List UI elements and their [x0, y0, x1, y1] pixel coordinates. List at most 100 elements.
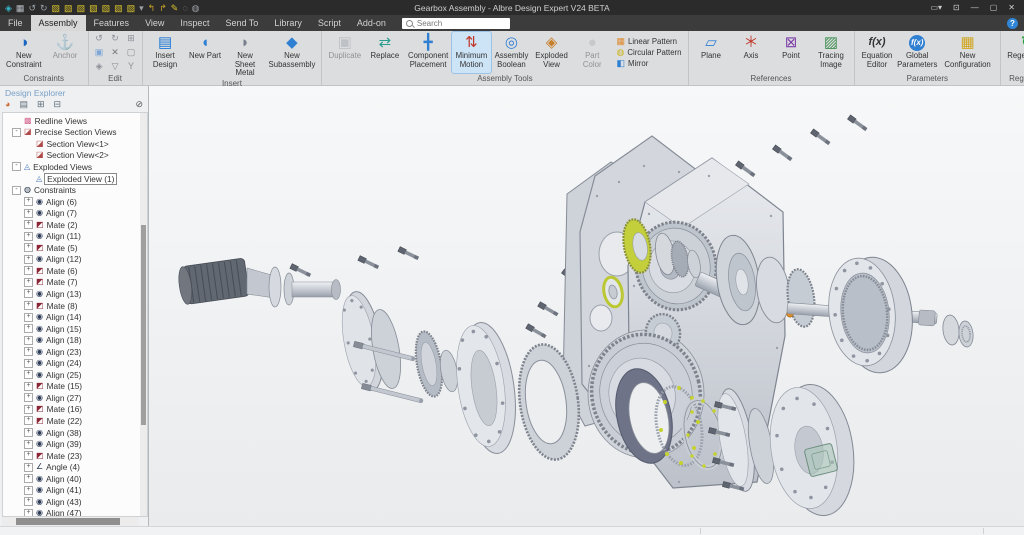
- ribbon-button[interactable]: ▤ Insert Design: [146, 32, 185, 78]
- tree-item[interactable]: + ◩ Mate (7): [3, 277, 140, 289]
- ribbon-button[interactable]: ⇄ Replace: [365, 32, 404, 73]
- tree-item[interactable]: ▩ Redline Views: [3, 115, 140, 127]
- output-ring-gear[interactable]: [787, 254, 975, 377]
- tree-expander[interactable]: +: [24, 486, 33, 495]
- tree-expander[interactable]: +: [24, 266, 33, 275]
- tree-expander[interactable]: +: [24, 197, 33, 206]
- ribbon-button[interactable]: ⇅ Minimum Motion: [452, 32, 491, 73]
- tree-expander[interactable]: +: [24, 313, 33, 322]
- tree-expander[interactable]: +: [24, 497, 33, 506]
- tree-expander[interactable]: +: [24, 347, 33, 356]
- save-icon[interactable]: ▦: [16, 3, 25, 13]
- ribbon-button[interactable]: ◈ Exploded View: [532, 32, 571, 73]
- appearance-icon[interactable]: ◕: [5, 99, 10, 110]
- tree-item[interactable]: + ◉ Align (13): [3, 288, 140, 300]
- tree-expander[interactable]: +: [24, 440, 33, 449]
- tree-item[interactable]: + ◉ Align (43): [3, 496, 140, 508]
- display-mode-icon[interactable]: ▤: [19, 99, 28, 110]
- ribbon-button[interactable]: f(x) Equation Editor: [858, 32, 897, 73]
- tree-item[interactable]: + ◉ Align (18): [3, 334, 140, 346]
- tree-item[interactable]: ◪ Section View<1>: [3, 138, 140, 150]
- tree-item[interactable]: + ∠ Angle (4): [3, 461, 140, 473]
- input-flange-ring[interactable]: [450, 319, 523, 457]
- menu-tab[interactable]: Features: [86, 15, 138, 31]
- minimize-button[interactable]: —: [971, 3, 979, 13]
- ribbon-button[interactable]: ◆ New Subassembly: [266, 32, 319, 78]
- tree-item[interactable]: + ◩ Mate (15): [3, 381, 140, 393]
- ribbon-button[interactable]: ◗ New Sheet Metal: [226, 32, 265, 78]
- filter-icon[interactable]: Y: [124, 60, 139, 73]
- menu-tab[interactable]: Send To: [217, 15, 266, 31]
- tree-item[interactable]: + ◩ Mate (6): [3, 265, 140, 277]
- tree-item[interactable]: - ◍ Constraints: [3, 184, 140, 196]
- rotate-left-icon[interactable]: ↰: [148, 3, 156, 13]
- menu-tab[interactable]: Assembly: [31, 15, 86, 31]
- tree-item[interactable]: + ◉ Align (14): [3, 311, 140, 323]
- tree-expander[interactable]: +: [24, 474, 33, 483]
- ribbon-button[interactable]: ⊠ Point: [772, 32, 811, 73]
- ribbon-button[interactable]: ╋ Component Placement: [405, 32, 451, 73]
- ribbon-button[interactable]: ⚓ Anchor: [46, 32, 85, 73]
- menu-tab[interactable]: Script: [310, 15, 349, 31]
- ribbon-list-button[interactable]: ▦ Linear Pattern: [616, 37, 681, 46]
- tree-expander[interactable]: +: [24, 289, 33, 298]
- view-dropdown-icon[interactable]: ▾: [139, 3, 144, 13]
- tree-expander[interactable]: -: [12, 128, 21, 137]
- help-button[interactable]: ?: [1007, 18, 1018, 29]
- tree-item[interactable]: + ◉ Align (47): [3, 508, 140, 516]
- tree-item[interactable]: + ◉ Align (38): [3, 427, 140, 439]
- ribbon-button[interactable]: ▦ New Configuration: [938, 32, 997, 73]
- restore-button[interactable]: ▢: [990, 3, 998, 13]
- workspace-icon[interactable]: ⊟: [54, 99, 62, 110]
- popout-icon[interactable]: ⊡: [953, 3, 960, 13]
- undo-icon[interactable]: ↺: [92, 32, 107, 45]
- tree-item[interactable]: + ◉ Align (15): [3, 323, 140, 335]
- tree-expander[interactable]: +: [24, 243, 33, 252]
- input-bearing-stack[interactable]: [411, 329, 460, 398]
- tree-item[interactable]: + ◉ Align (24): [3, 357, 140, 369]
- ribbon-button[interactable]: ▱ Plane: [692, 32, 731, 73]
- close-button[interactable]: ✕: [1008, 3, 1015, 13]
- tree-expander[interactable]: +: [24, 278, 33, 287]
- search-input[interactable]: Search: [402, 18, 510, 29]
- menu-tab[interactable]: View: [137, 15, 172, 31]
- auto-hide-icon[interactable]: ⊘: [135, 99, 143, 110]
- view-bottom-icon[interactable]: ▧: [114, 3, 123, 13]
- delete-icon[interactable]: ✕: [108, 46, 123, 59]
- ribbon-list-button[interactable]: ◍ Circular Pattern: [616, 48, 681, 57]
- menu-tab[interactable]: Inspect: [172, 15, 217, 31]
- tree-expander[interactable]: +: [24, 255, 33, 264]
- redo-icon[interactable]: ↻: [40, 3, 48, 13]
- tree-expander[interactable]: +: [24, 382, 33, 391]
- ribbon-button[interactable]: ▨ Tracing Image: [812, 32, 851, 73]
- tree-item[interactable]: + ◉ Align (41): [3, 485, 140, 497]
- edit-icon[interactable]: ▢: [124, 46, 139, 59]
- tree-item[interactable]: + ◩ Mate (2): [3, 219, 140, 231]
- tree-expander[interactable]: +: [24, 359, 33, 368]
- tree-expander[interactable]: +: [24, 463, 33, 472]
- tree-item[interactable]: + ◉ Align (39): [3, 438, 140, 450]
- tree-vertical-scrollbar[interactable]: [140, 113, 147, 516]
- menu-tab[interactable]: Library: [266, 15, 310, 31]
- tree-item[interactable]: - ◪ Precise Section Views: [3, 127, 140, 139]
- rotate-right-icon[interactable]: ↱: [159, 3, 167, 13]
- ribbon-button[interactable]: ◑ New Constraint: [3, 32, 45, 73]
- ribbon-button[interactable]: ◎ Assembly Boolean: [492, 32, 531, 73]
- view-left-icon[interactable]: ▧: [77, 3, 86, 13]
- show-panel-icon[interactable]: ⊞: [37, 99, 45, 110]
- ribbon-button[interactable]: f(x) Global Parameters: [898, 32, 937, 73]
- zoom-window-icon[interactable]: ◍: [192, 3, 200, 13]
- tree-expander[interactable]: +: [24, 336, 33, 345]
- 3d-viewport[interactable]: [149, 86, 1024, 526]
- tree-expander[interactable]: +: [24, 370, 33, 379]
- tree-item[interactable]: - ◬ Exploded Views: [3, 161, 140, 173]
- zoom-icon[interactable]: ◌: [182, 3, 187, 13]
- app-logo-icon[interactable]: ◈: [5, 3, 12, 13]
- tree-item[interactable]: + ◩ Mate (22): [3, 415, 140, 427]
- tree-expander[interactable]: +: [24, 451, 33, 460]
- sketch-pencil-icon[interactable]: ✎: [171, 3, 179, 13]
- view-front-icon[interactable]: ▧: [52, 3, 61, 13]
- tree-expander[interactable]: -: [12, 162, 21, 171]
- visibility-icon[interactable]: ▽: [108, 60, 123, 73]
- tree-item[interactable]: + ◉ Align (11): [3, 230, 140, 242]
